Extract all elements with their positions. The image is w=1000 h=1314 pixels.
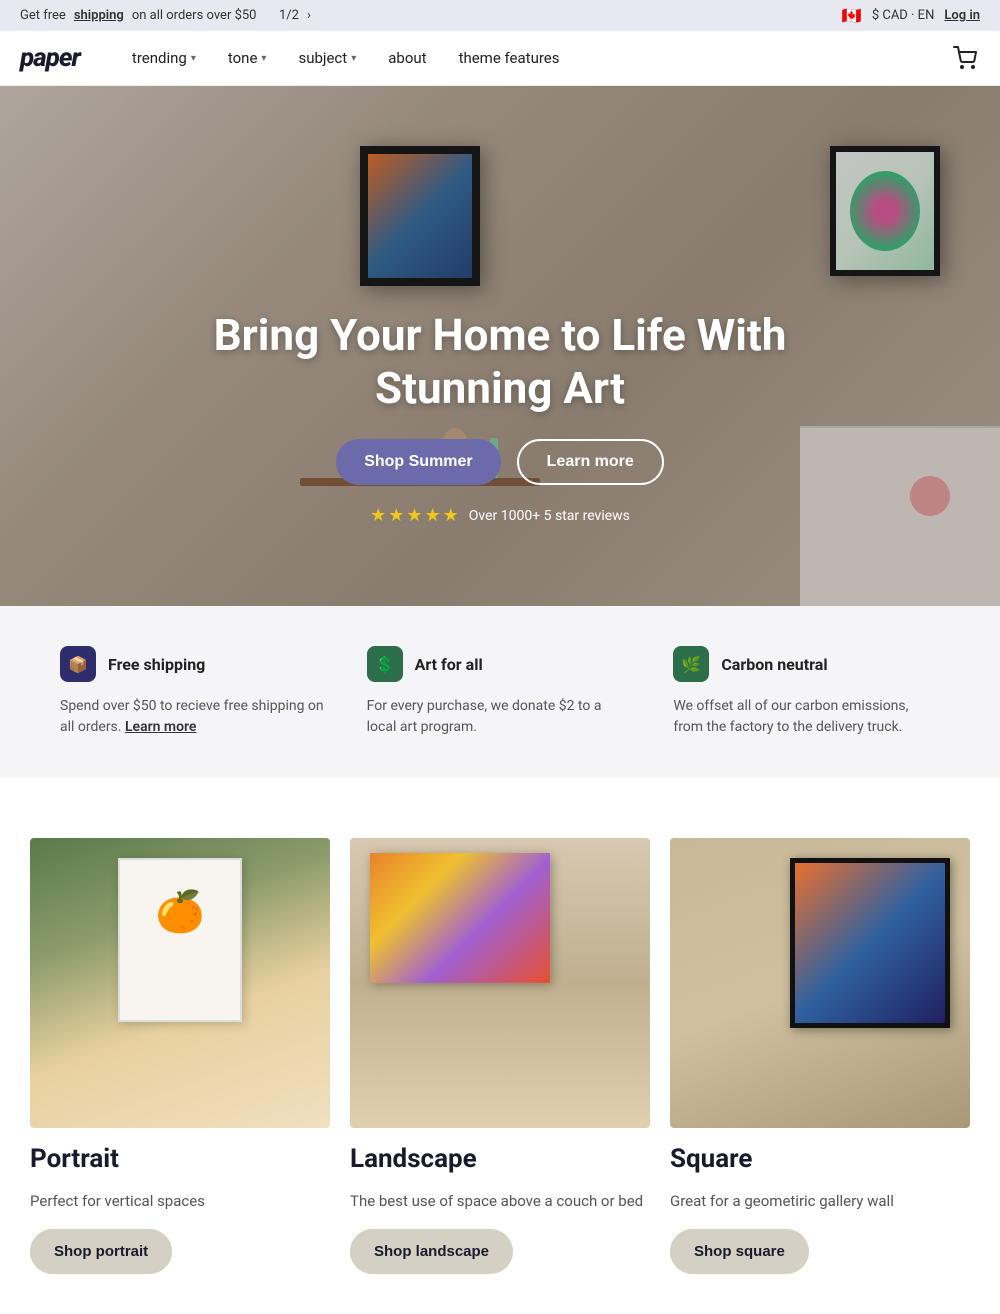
next-icon[interactable]: › <box>307 8 311 23</box>
hero-reviews: ★★★★★ Over 1000+ 5 star reviews <box>200 505 800 526</box>
logo[interactable]: paper <box>20 43 80 73</box>
category-landscape-card: Landscape The best use of space above a … <box>350 838 650 1274</box>
chevron-down-icon: ▾ <box>261 53 266 64</box>
feature-shipping: 📦 Free shipping Spend over $50 to reciev… <box>60 646 327 738</box>
star-rating: ★★★★★ <box>370 505 461 526</box>
shop-portrait-button[interactable]: Shop portrait <box>30 1229 172 1274</box>
carbon-icon: 🌿 <box>673 646 709 682</box>
features-section: 📦 Free shipping Spend over $50 to reciev… <box>0 606 1000 778</box>
landscape-image <box>350 838 650 1128</box>
chevron-down-icon: ▾ <box>191 53 196 64</box>
feature-shipping-title: Free shipping <box>108 655 205 674</box>
feature-carbon-title: Carbon neutral <box>721 655 827 674</box>
square-image <box>670 838 970 1128</box>
hero-title: Bring Your Home to Life With Stunning Ar… <box>200 309 800 415</box>
landscape-title: Landscape <box>350 1144 650 1174</box>
announcement-bar: Get free shipping on all orders over $50… <box>0 0 1000 31</box>
category-grid: Portrait Perfect for vertical spaces Sho… <box>30 838 970 1274</box>
nav-tone[interactable]: tone ▾ <box>216 43 279 73</box>
category-section: Portrait Perfect for vertical spaces Sho… <box>0 778 1000 1314</box>
feature-art-header: 💲 Art for all <box>367 646 634 682</box>
currency-selector[interactable]: $ CAD · EN <box>872 8 935 23</box>
hero-content: Bring Your Home to Life With Stunning Ar… <box>200 309 800 526</box>
square-title: Square <box>670 1144 970 1174</box>
shop-square-button[interactable]: Shop square <box>670 1229 809 1274</box>
main-nav: trending ▾ tone ▾ subject ▾ about theme … <box>120 43 950 73</box>
nav-about[interactable]: about <box>376 43 438 73</box>
nav-theme-features[interactable]: theme features <box>447 43 572 73</box>
feature-carbon-header: 🌿 Carbon neutral <box>673 646 940 682</box>
review-count: Over 1000+ 5 star reviews <box>469 508 630 524</box>
feature-shipping-header: 📦 Free shipping <box>60 646 327 682</box>
login-link[interactable]: Log in <box>944 8 980 23</box>
announcement-text: Get free shipping on all orders over $50… <box>20 8 311 23</box>
announcement-static: Get free <box>20 8 66 23</box>
page-indicator: 1/2 <box>279 8 299 23</box>
hero-buttons: Shop Summer Learn more <box>200 439 800 485</box>
feature-shipping-desc: Spend over $50 to recieve free shipping … <box>60 696 327 738</box>
header-right <box>950 43 980 73</box>
nav-trending[interactable]: trending ▾ <box>120 43 208 73</box>
announcement-static-2: on all orders over $50 <box>132 8 257 23</box>
category-portrait-card: Portrait Perfect for vertical spaces Sho… <box>30 838 330 1274</box>
hero-section: Bring Your Home to Life With Stunning Ar… <box>0 86 1000 606</box>
art-icon: 💲 <box>367 646 403 682</box>
learn-more-button[interactable]: Learn more <box>517 439 664 485</box>
announcement-right: 🇨🇦 $ CAD · EN Log in <box>842 6 980 25</box>
shipping-link[interactable]: shipping <box>74 8 124 23</box>
chevron-down-icon: ▾ <box>351 53 356 64</box>
landscape-desc: The best use of space above a couch or b… <box>350 1190 650 1213</box>
header: paper trending ▾ tone ▾ subject ▾ about … <box>0 31 1000 86</box>
shop-landscape-button[interactable]: Shop landscape <box>350 1229 513 1274</box>
feature-art-desc: For every purchase, we donate $2 to a lo… <box>367 696 634 738</box>
shipping-icon: 📦 <box>60 646 96 682</box>
portrait-desc: Perfect for vertical spaces <box>30 1190 330 1213</box>
portrait-title: Portrait <box>30 1144 330 1174</box>
portrait-image <box>30 838 330 1128</box>
flag-icon: 🇨🇦 <box>842 6 862 25</box>
shop-summer-button[interactable]: Shop Summer <box>336 439 500 485</box>
feature-art: 💲 Art for all For every purchase, we don… <box>367 646 634 738</box>
category-square-card: Square Great for a geometiric gallery wa… <box>670 838 970 1274</box>
nav-subject[interactable]: subject ▾ <box>286 43 368 73</box>
square-desc: Great for a geometiric gallery wall <box>670 1190 970 1213</box>
feature-carbon: 🌿 Carbon neutral We offset all of our ca… <box>673 646 940 738</box>
cart-icon[interactable] <box>950 43 980 73</box>
feature-carbon-desc: We offset all of our carbon emissions, f… <box>673 696 940 738</box>
feature-art-title: Art for all <box>415 655 483 674</box>
feature-learn-more-link[interactable]: Learn more <box>125 719 196 735</box>
